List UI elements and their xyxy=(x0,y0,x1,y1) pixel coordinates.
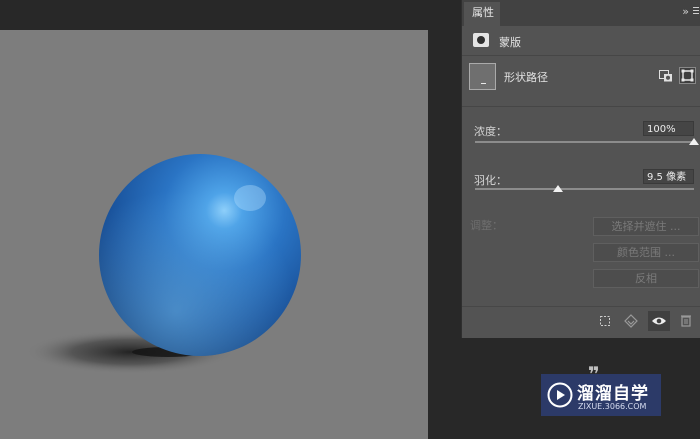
apply-mask-icon[interactable] xyxy=(620,311,642,331)
trash-icon[interactable] xyxy=(675,311,697,331)
vector-mask-label: 形状路径 xyxy=(504,71,548,84)
panel-menu-icon[interactable] xyxy=(693,7,699,16)
pixel-mask-icon[interactable] xyxy=(659,70,673,82)
properties-panel: 属性 » 蒙版 形状路径 浓度： 100% 羽化： 9.5 像素 调整： 选择并… xyxy=(461,0,700,338)
sphere-illustration xyxy=(25,154,301,374)
sphere-rim-light xyxy=(99,154,301,356)
density-slider-handle[interactable] xyxy=(689,138,699,145)
select-and-mask-button[interactable]: 选择并遮住 ... xyxy=(593,217,699,236)
tab-properties[interactable]: 属性 xyxy=(464,2,500,26)
collapse-panel-button[interactable]: » xyxy=(682,5,689,18)
sphere-specular xyxy=(234,185,266,211)
feather-label: 羽化： xyxy=(474,174,507,187)
invert-button[interactable]: 反相 xyxy=(593,269,699,288)
divider xyxy=(462,55,700,56)
document-canvas[interactable] xyxy=(0,30,428,439)
load-selection-icon[interactable] xyxy=(594,311,616,331)
density-field[interactable]: 100% xyxy=(643,121,694,136)
mask-icon xyxy=(473,33,489,47)
mask-header: 蒙版 xyxy=(462,30,700,54)
watermark-url: ZIXUE.3066.COM xyxy=(578,402,647,411)
panel-footer xyxy=(462,306,700,335)
watermark-brand: 溜溜自学 xyxy=(577,384,649,404)
feather-slider-handle[interactable] xyxy=(553,185,564,192)
vector-mask-thumbnail[interactable] xyxy=(469,63,496,90)
workspace xyxy=(0,0,428,439)
eye-icon[interactable] xyxy=(648,311,670,331)
feather-slider-track[interactable] xyxy=(475,188,694,190)
mask-title: 蒙版 xyxy=(499,36,521,49)
divider xyxy=(462,106,700,107)
panel-tab-bar: 属性 » xyxy=(462,0,700,26)
vector-mask-icon[interactable] xyxy=(679,67,696,84)
density-slider-track[interactable] xyxy=(475,141,694,143)
play-logo-icon xyxy=(547,382,573,408)
density-label: 浓度： xyxy=(474,125,507,138)
adjust-label: 调整： xyxy=(470,219,503,232)
vector-mask-row: 形状路径 xyxy=(462,58,700,98)
watermark: 溜溜自学 ZIXUE.3066.COM xyxy=(541,374,661,416)
color-range-button[interactable]: 颜色范围 ... xyxy=(593,243,699,262)
feather-field[interactable]: 9.5 像素 xyxy=(643,169,694,184)
